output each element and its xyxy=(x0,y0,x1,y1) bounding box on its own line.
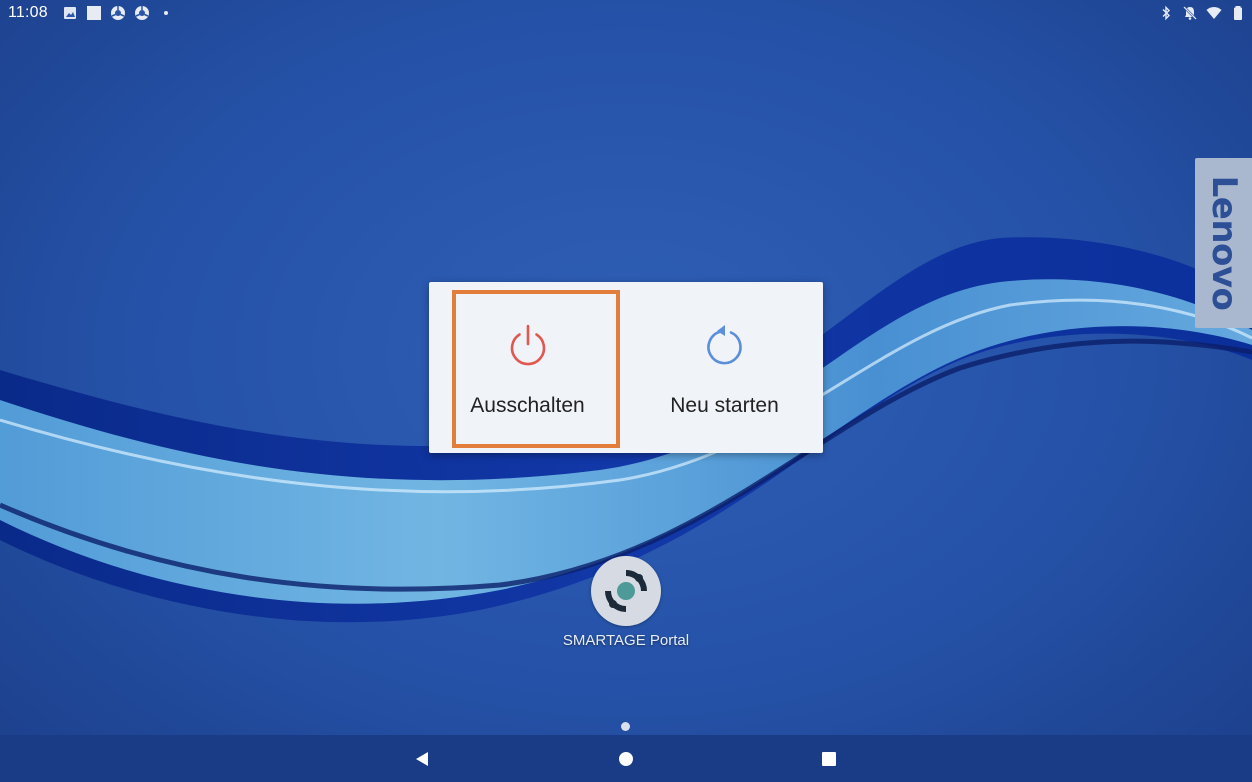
smartage-logo-icon xyxy=(605,570,647,612)
app-label: SMARTAGE Portal xyxy=(562,632,690,649)
power-off-label: Ausschalten xyxy=(470,394,585,417)
restart-icon xyxy=(706,325,742,365)
app-smartage-portal[interactable]: SMARTAGE Portal xyxy=(552,556,700,649)
square-icon xyxy=(87,6,101,20)
smartage-logo-icon xyxy=(591,556,661,626)
lenovo-tag: Lenovo xyxy=(1195,158,1252,328)
chrome-icon xyxy=(135,6,149,20)
dot-icon xyxy=(164,11,168,15)
system-icons xyxy=(1158,5,1246,21)
power-icon xyxy=(510,324,545,366)
home-button[interactable] xyxy=(614,747,638,771)
recents-button[interactable] xyxy=(817,747,841,771)
navigation-bar xyxy=(0,735,1252,782)
power-menu-dialog: Ausschalten Neu starten xyxy=(429,282,823,453)
recents-icon xyxy=(822,752,836,766)
wifi-icon xyxy=(1206,7,1222,19)
mute-icon xyxy=(1183,6,1197,20)
status-bar: 11:08 xyxy=(0,0,1252,26)
home-icon xyxy=(619,752,633,766)
battery-icon xyxy=(1234,6,1242,20)
back-button[interactable] xyxy=(410,747,434,771)
restart-button[interactable]: Neu starten xyxy=(626,282,823,453)
page-indicator-dot xyxy=(621,722,630,731)
status-time: 11:08 xyxy=(8,4,48,21)
back-icon xyxy=(416,752,428,766)
chrome-icon xyxy=(111,6,125,20)
power-off-button[interactable]: Ausschalten xyxy=(429,282,626,453)
lenovo-logo: Lenovo xyxy=(1203,175,1244,311)
home-screen: 11:08 Lenovo Ausschalten Neu starten SMA… xyxy=(0,0,1252,782)
image-icon xyxy=(64,7,76,19)
notification-icons xyxy=(62,5,174,21)
restart-label: Neu starten xyxy=(670,394,779,417)
bluetooth-icon xyxy=(1162,5,1170,21)
